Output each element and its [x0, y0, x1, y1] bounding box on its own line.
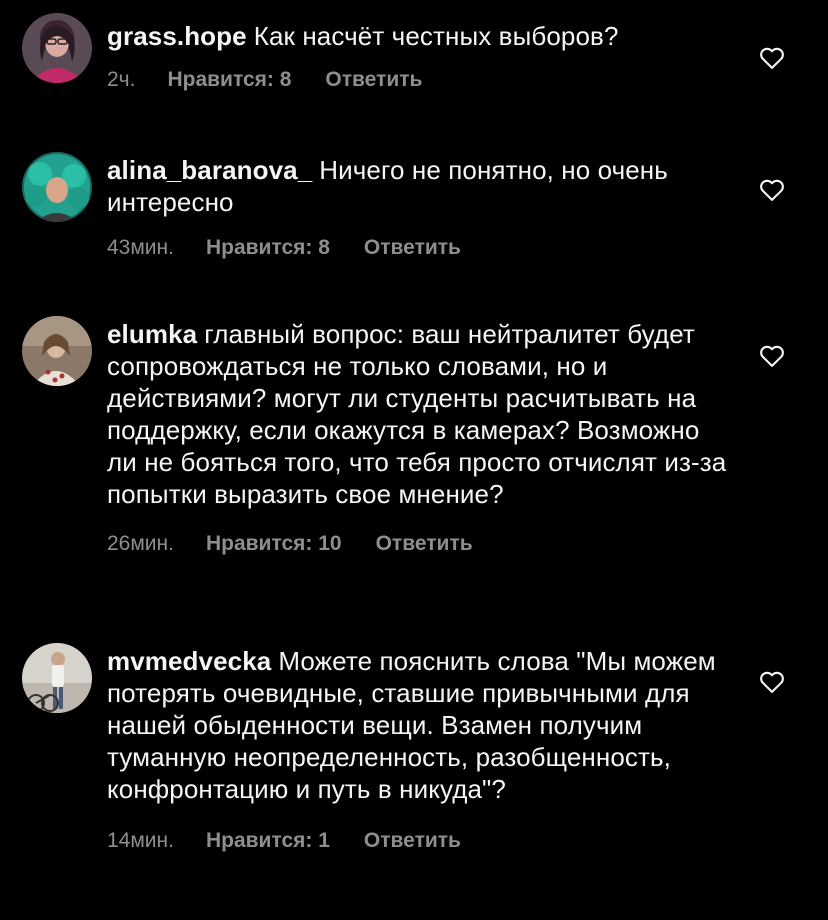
avatar[interactable] [22, 13, 92, 83]
reply-button[interactable]: Ответить [364, 829, 461, 852]
avatar[interactable] [22, 316, 92, 386]
heart-outline-icon[interactable] [758, 342, 786, 370]
comment-username[interactable]: mvmedvecka [107, 646, 271, 676]
comment-username[interactable]: grass.hope [107, 21, 247, 51]
comment-time: 26мин. [107, 532, 174, 555]
comment-time: 14мин. [107, 829, 174, 852]
reply-button[interactable]: Ответить [364, 236, 461, 259]
comment-time: 2ч. [107, 68, 136, 91]
comment-text: alina_baranova_ Ничего не понятно, но оче… [107, 154, 727, 218]
comment-message: главный вопрос: ваш нейтралитет будет со… [107, 319, 727, 509]
heart-outline-icon[interactable] [758, 44, 786, 72]
likes-count[interactable]: Нравится: 8 [167, 68, 291, 91]
comment-username[interactable]: elumka [107, 319, 197, 349]
reply-button[interactable]: Ответить [325, 68, 422, 91]
comment-meta: 26мин. Нравится: 10 Ответить [107, 532, 727, 556]
comment-time: 43мин. [107, 236, 174, 259]
likes-count[interactable]: Нравится: 1 [206, 829, 330, 852]
reply-button[interactable]: Ответить [376, 532, 473, 555]
comment-message: Как насчёт честных выборов? [253, 21, 619, 51]
heart-outline-icon[interactable] [758, 176, 786, 204]
comment-meta: 2ч. Нравится: 8 Ответить [107, 68, 727, 92]
comment-username[interactable]: alina_baranova_ [107, 155, 312, 185]
avatar[interactable] [22, 643, 92, 713]
comment-text: elumka главный вопрос: ваш нейтралитет бу… [107, 318, 727, 510]
comment-text: grass.hope Как насчёт честных выборов? [107, 20, 727, 52]
heart-outline-icon[interactable] [758, 668, 786, 696]
likes-count[interactable]: Нравится: 10 [206, 532, 342, 555]
comment-meta: 43мин. Нравится: 8 Ответить [107, 236, 727, 260]
comment-text: mvmedvecka Можете пояснить слова "Мы може… [107, 645, 727, 805]
likes-count[interactable]: Нравится: 8 [206, 236, 330, 259]
comment-meta: 14мин. Нравится: 1 Ответить [107, 829, 727, 853]
avatar[interactable] [22, 152, 92, 222]
